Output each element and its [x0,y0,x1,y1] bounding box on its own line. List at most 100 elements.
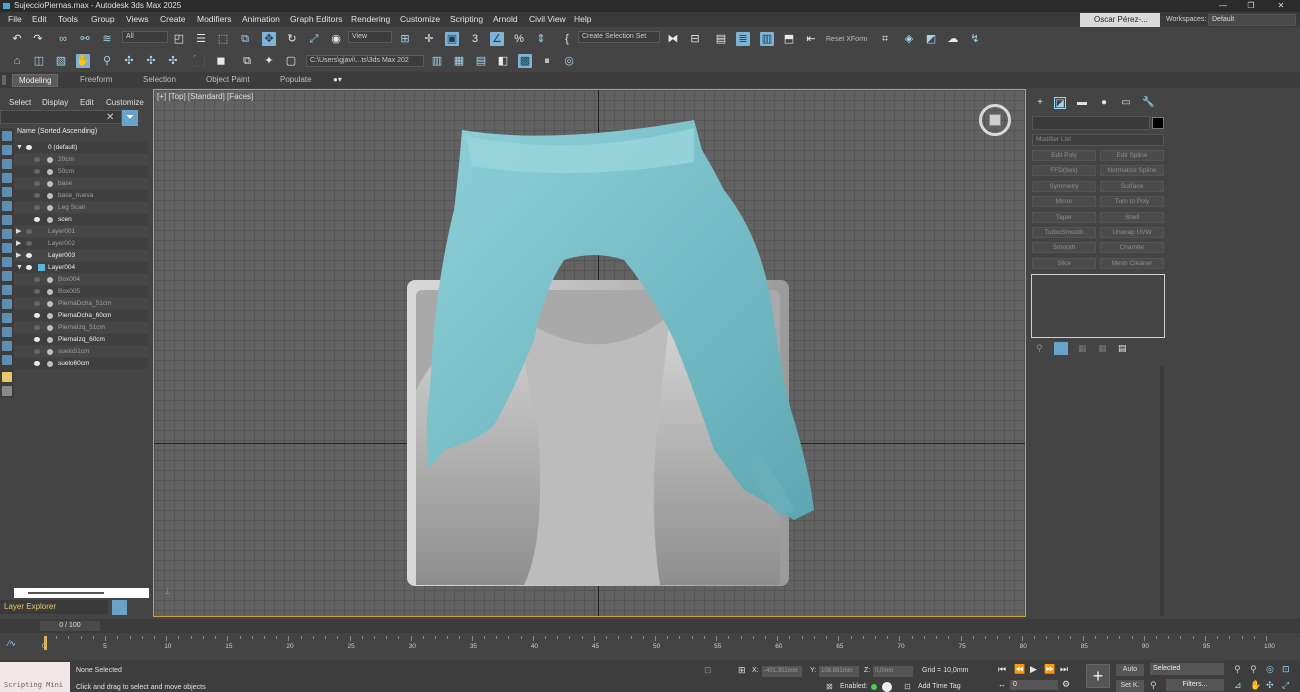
explorer-search-input[interactable] [0,110,122,124]
ribbon-tab-selection[interactable]: Selection [143,75,176,84]
show-end-result-icon[interactable] [1054,342,1068,355]
layer-explorer-dropdown[interactable]: Layer Explorer [0,600,108,614]
go-to-end-icon[interactable]: ⏭ [1060,664,1068,675]
modifier-button-slice[interactable]: Slice [1032,257,1096,269]
schematic-view-icon[interactable]: ⌗ [878,32,892,46]
folder-icon[interactable]: ▥ [430,54,444,68]
close-button[interactable]: ✕ [1268,0,1294,12]
restore-button[interactable]: ❐ [1238,0,1264,12]
previous-frame-icon[interactable]: ⏪ [1014,664,1025,675]
tree-row[interactable]: base_nueva [14,190,148,201]
time-slider-thumb[interactable]: 0 / 100 [40,621,100,631]
visibility-eye-icon[interactable] [34,325,40,330]
hierarchy-tab-icon[interactable]: ▬ [1076,97,1088,109]
ribbon-options-icon[interactable]: ●▾ [333,75,343,84]
visibility-eye-icon[interactable] [34,349,40,354]
redo-icon[interactable]: ↷ [31,32,45,46]
mini-curve-editor-icon[interactable]: ⁄∿ [8,639,16,648]
modifier-button-smooth[interactable]: Smooth [1032,242,1096,254]
tree-row[interactable]: suelo60cm [14,358,148,369]
display-invert-icon[interactable] [2,327,12,337]
tree-row[interactable]: 50cm [14,166,148,177]
explorer-menu-customize[interactable]: Customize [106,98,144,107]
rectangular-selection-icon[interactable]: ⬚ [216,32,230,46]
adaptive-toggle-icon[interactable] [882,682,892,692]
make-unique-icon[interactable]: ▦ [1078,343,1087,354]
orbit-icon[interactable]: ✣ [1266,680,1274,691]
maxscript-mini-listener[interactable]: Scripting Mini [0,662,70,692]
tree-row[interactable]: ▶ Layer001 [14,226,148,237]
create-selection-set-dropdown[interactable]: Create Selection Set [578,31,660,43]
visibility-eye-icon[interactable] [34,361,40,366]
display-frozen-icon[interactable] [2,285,12,295]
object-name-input[interactable] [1032,116,1150,130]
workspace-dropdown[interactable]: Default [1208,14,1296,26]
render-production-icon[interactable]: ↯ [968,32,982,46]
snaps-toggle-icon[interactable]: 3 [468,32,482,46]
pause-icon[interactable]: ⏸ [540,54,554,68]
menu-tools[interactable]: Tools [58,14,78,24]
z-coord-field[interactable]: 0,0mm [873,666,913,677]
keyboard-shortcut-override-icon[interactable]: ▣ [445,32,459,46]
add-time-tag[interactable]: Add Time Tag [918,683,961,690]
visibility-eye-icon[interactable] [34,157,40,162]
arnold-volume-icon[interactable]: ✣ [166,54,180,68]
select-and-move-icon[interactable]: ✥ [262,32,276,46]
visibility-eye-icon[interactable] [34,181,40,186]
top-viewport[interactable]: [+] [Top] [Standard] [Faces] ⊥ [153,89,1026,617]
tree-row[interactable]: Box004 [14,274,148,285]
time-slider[interactable] [0,619,1300,633]
tree-row[interactable]: suelo51cm [14,346,148,357]
set-key-button[interactable]: + [1086,664,1110,688]
modifier-button-mirror[interactable]: Mirror [1032,196,1096,208]
toggle-layer-explorer-icon[interactable]: ≣ [736,32,750,46]
spinner-snap-icon[interactable]: ⇕ [534,32,548,46]
modifier-button-unwrap-uvw[interactable]: Unwrap UVW [1100,227,1164,238]
ribbon-tab-object-paint[interactable]: Object Paint [206,75,250,84]
selection-lock-icon[interactable]: ✋ [76,54,90,68]
modifier-button-edit-spline[interactable]: Edit Spline [1100,150,1164,161]
next-frame-icon[interactable]: ⏩ [1044,664,1055,675]
create-tab-icon[interactable]: + [1034,97,1046,109]
object-color-swatch[interactable] [1152,117,1164,129]
clear-search-icon[interactable]: ✕ [106,112,114,123]
shade-selected-icon[interactable]: ▩ [518,54,532,68]
reset-xform-icon[interactable]: ⇤ [804,32,818,46]
visibility-eye-icon[interactable] [34,169,40,174]
key-mode-icon[interactable]: ↔ [998,680,1006,689]
expand-arrow-icon[interactable]: ▶ [16,226,21,237]
visibility-eye-icon[interactable] [34,289,40,294]
visibility-eye-icon[interactable] [26,253,32,258]
modifier-button-edit-poly[interactable]: Edit Poly [1032,150,1096,161]
time-tag-icon[interactable]: ⊠ [826,682,833,691]
menu-create[interactable]: Create [160,14,186,24]
zoom-icon[interactable]: ⚲ [1234,664,1241,675]
new-scene-icon[interactable]: ◫ [32,54,46,68]
display-groups-icon[interactable] [2,229,12,239]
display-bones-icon[interactable] [2,257,12,267]
display-children-icon[interactable] [2,341,12,351]
tree-row[interactable]: ▶ Layer003 [14,250,148,261]
menu-group[interactable]: Group [91,14,115,24]
tree-row[interactable]: base [14,178,148,189]
undo-icon[interactable]: ↶ [10,32,24,46]
x-coord-field[interactable]: -401,302mm [762,666,802,677]
menu-modifiers[interactable]: Modifiers [197,14,231,24]
visibility-eye-icon[interactable] [34,193,40,198]
isolate-toggle-icon[interactable]: ⊡ [704,665,712,676]
curve-editor-icon[interactable]: ⬒ [782,32,796,46]
chat-icon[interactable]: ✦ [262,54,276,68]
select-by-name-icon[interactable]: ☰ [194,32,208,46]
menu-arnold[interactable]: Arnold [493,14,518,24]
display-hidden-icon[interactable] [2,299,12,309]
configure-modifier-sets-icon[interactable]: ▤ [1118,343,1127,354]
percent-snap-icon[interactable]: % [512,32,526,46]
menu-animation[interactable]: Animation [242,14,280,24]
visibility-eye-icon[interactable] [26,145,32,150]
tree-row[interactable]: ▼ 0 (default) [14,142,148,153]
modifier-button-symmetry[interactable]: Symmetry [1032,180,1096,192]
arnold-alembic-icon[interactable]: ✣ [144,54,158,68]
ribbon-tab-populate[interactable]: Populate [280,75,312,84]
menu-civil-view[interactable]: Civil View [529,14,566,24]
ribbon-tab-modeling[interactable]: Modeling [12,74,59,87]
